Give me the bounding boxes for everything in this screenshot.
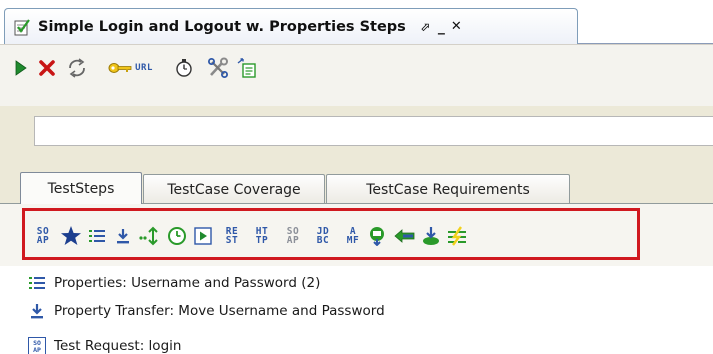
jdbc-label-bottom: BC [316, 235, 330, 246]
url-label: URL [135, 62, 153, 73]
teststeps-list: Properties: Username and Password (2) Pr… [0, 266, 713, 354]
soap-label-bottom: AP [36, 235, 50, 246]
title-bar: Simple Login and Logout w. Properties St… [0, 0, 713, 44]
jdbc-request-step-icon[interactable]: JD BC [311, 224, 335, 248]
cancel-icon[interactable] [38, 57, 56, 79]
list-item-label: Property Transfer: Move Username and Pas… [54, 303, 385, 319]
timer-icon[interactable] [175, 57, 193, 79]
http-label-bottom: TP [255, 235, 269, 246]
amf-label-bottom: MF [346, 235, 360, 246]
list-item-label: Test Request: login [54, 338, 182, 354]
testcase-tabs: TestSteps TestCase Coverage TestCase Req… [0, 168, 713, 204]
rest-request-step-icon[interactable]: RE ST [220, 224, 244, 248]
manual-step-icon[interactable] [365, 224, 389, 248]
main-toolbar: URL [0, 44, 713, 106]
pin-icon[interactable]: ⬀ [420, 21, 430, 33]
conditional-goto-step-icon[interactable] [137, 224, 161, 248]
run-icon[interactable] [14, 57, 28, 79]
property-transfer-step-icon[interactable] [111, 224, 135, 248]
groovy-script-step-icon[interactable] [445, 224, 469, 248]
list-item-label: Properties: Username and Password (2) [54, 275, 321, 291]
properties-icon [28, 274, 46, 292]
key-icon[interactable] [108, 57, 132, 79]
amf-request-step-icon[interactable]: A MF [341, 224, 365, 248]
delay-step-icon[interactable] [165, 224, 189, 248]
minimize-button[interactable]: _ [438, 20, 445, 34]
url-icon[interactable]: URL [133, 57, 155, 79]
soap-gray-label-bottom: AP [286, 235, 300, 246]
title-bar-filler [578, 0, 713, 44]
soap-request-icon: SO AP [28, 337, 46, 354]
testcase-tab[interactable]: Simple Login and Logout w. Properties St… [4, 8, 578, 44]
datasource-step-icon[interactable] [419, 224, 443, 248]
list-item[interactable]: SO AP Test Request: login [28, 334, 181, 354]
star-icon[interactable] [59, 224, 83, 248]
list-item[interactable]: Properties: Username and Password (2) [28, 271, 320, 295]
properties-step-icon[interactable] [85, 224, 109, 248]
tab-teststeps[interactable]: TestSteps [20, 172, 142, 204]
add-step-toolbar: SO AP RE ST HT TP SO AP JD BC A MF [22, 208, 640, 260]
tab-testcase-requirements[interactable]: TestCase Requirements [326, 174, 570, 204]
description-field[interactable] [34, 116, 713, 146]
new-doc-icon[interactable] [236, 57, 258, 79]
rest-label-bottom: ST [225, 235, 239, 246]
soap-request-step-icon[interactable]: SO AP [31, 224, 55, 248]
soapui-testcase-window: Simple Login and Logout w. Properties St… [0, 0, 713, 354]
svg-text:AP: AP [33, 346, 41, 354]
loop-icon[interactable] [66, 57, 88, 79]
close-button[interactable]: ✕ [451, 20, 462, 33]
run-testcase-step-icon[interactable] [191, 224, 215, 248]
list-item[interactable]: Property Transfer: Move Username and Pas… [28, 299, 385, 323]
tab-testcase-coverage[interactable]: TestCase Coverage [143, 174, 325, 204]
property-transfer-icon [28, 302, 46, 320]
testcase-document-icon [14, 18, 30, 35]
tools-icon[interactable] [207, 57, 229, 79]
soap-mock-step-icon[interactable]: SO AP [281, 224, 305, 248]
http-request-step-icon[interactable]: HT TP [250, 224, 274, 248]
mock-response-step-icon[interactable] [393, 224, 417, 248]
window-title: Simple Login and Logout w. Properties St… [38, 18, 406, 35]
